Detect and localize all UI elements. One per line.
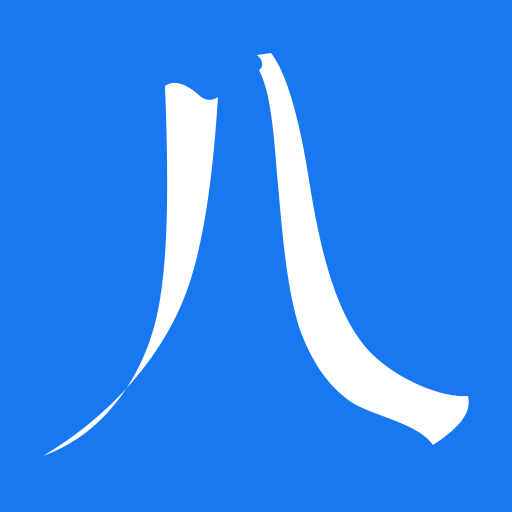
ba-glyph-icon [43, 53, 469, 456]
left-stroke [43, 82, 218, 456]
app-icon [0, 0, 512, 512]
right-stroke [257, 53, 469, 445]
